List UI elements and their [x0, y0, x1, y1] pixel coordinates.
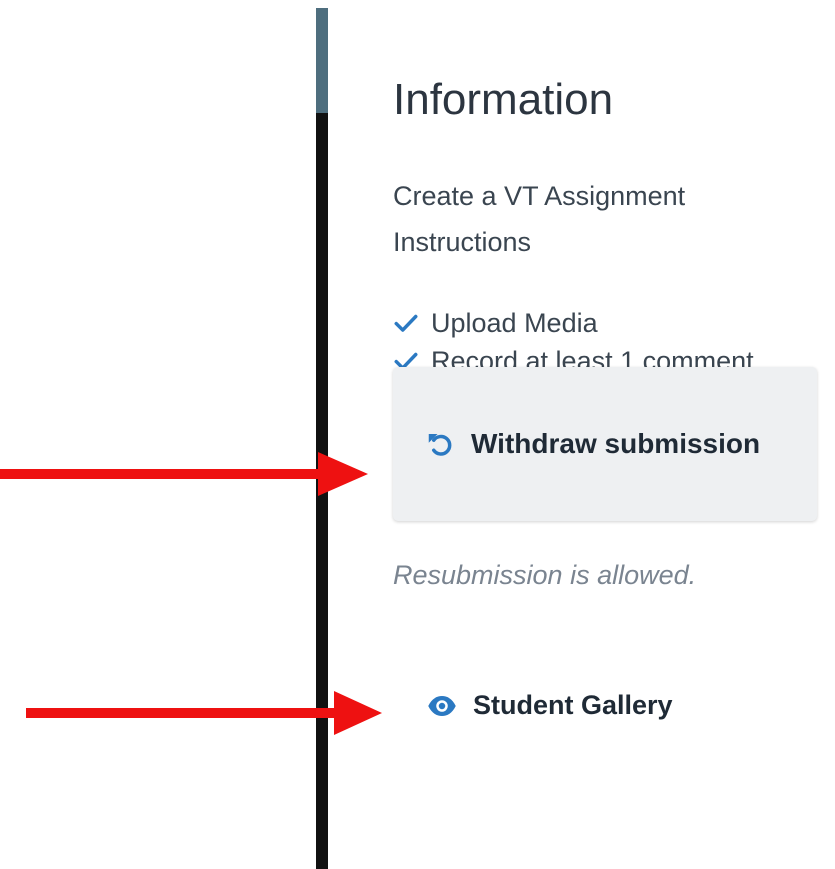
resubmission-note: Resubmission is allowed. [393, 560, 697, 590]
panel-divider[interactable] [316, 8, 328, 869]
annotation-arrow-gallery [26, 691, 382, 735]
instructions-label: Instructions [393, 227, 532, 257]
student-gallery-link[interactable]: Student Gallery [427, 690, 673, 721]
withdraw-submission-button[interactable]: Withdraw submission [393, 367, 817, 521]
student-gallery-label: Student Gallery [473, 690, 673, 720]
divider-scroll-thumb[interactable] [316, 8, 328, 113]
information-panel: Information Create a VT Assignment Instr… [393, 0, 835, 869]
eye-icon [428, 695, 456, 716]
withdraw-button-label: Withdraw submission [471, 428, 761, 459]
requirement-label: Upload Media [431, 307, 598, 338]
check-icon [394, 314, 418, 332]
requirement-item: Upload Media [393, 304, 754, 342]
panel-title: Information [393, 75, 614, 124]
undo-icon [428, 434, 452, 456]
assignment-title: Create a VT Assignment [393, 181, 686, 211]
annotation-arrow-withdraw [0, 452, 368, 496]
